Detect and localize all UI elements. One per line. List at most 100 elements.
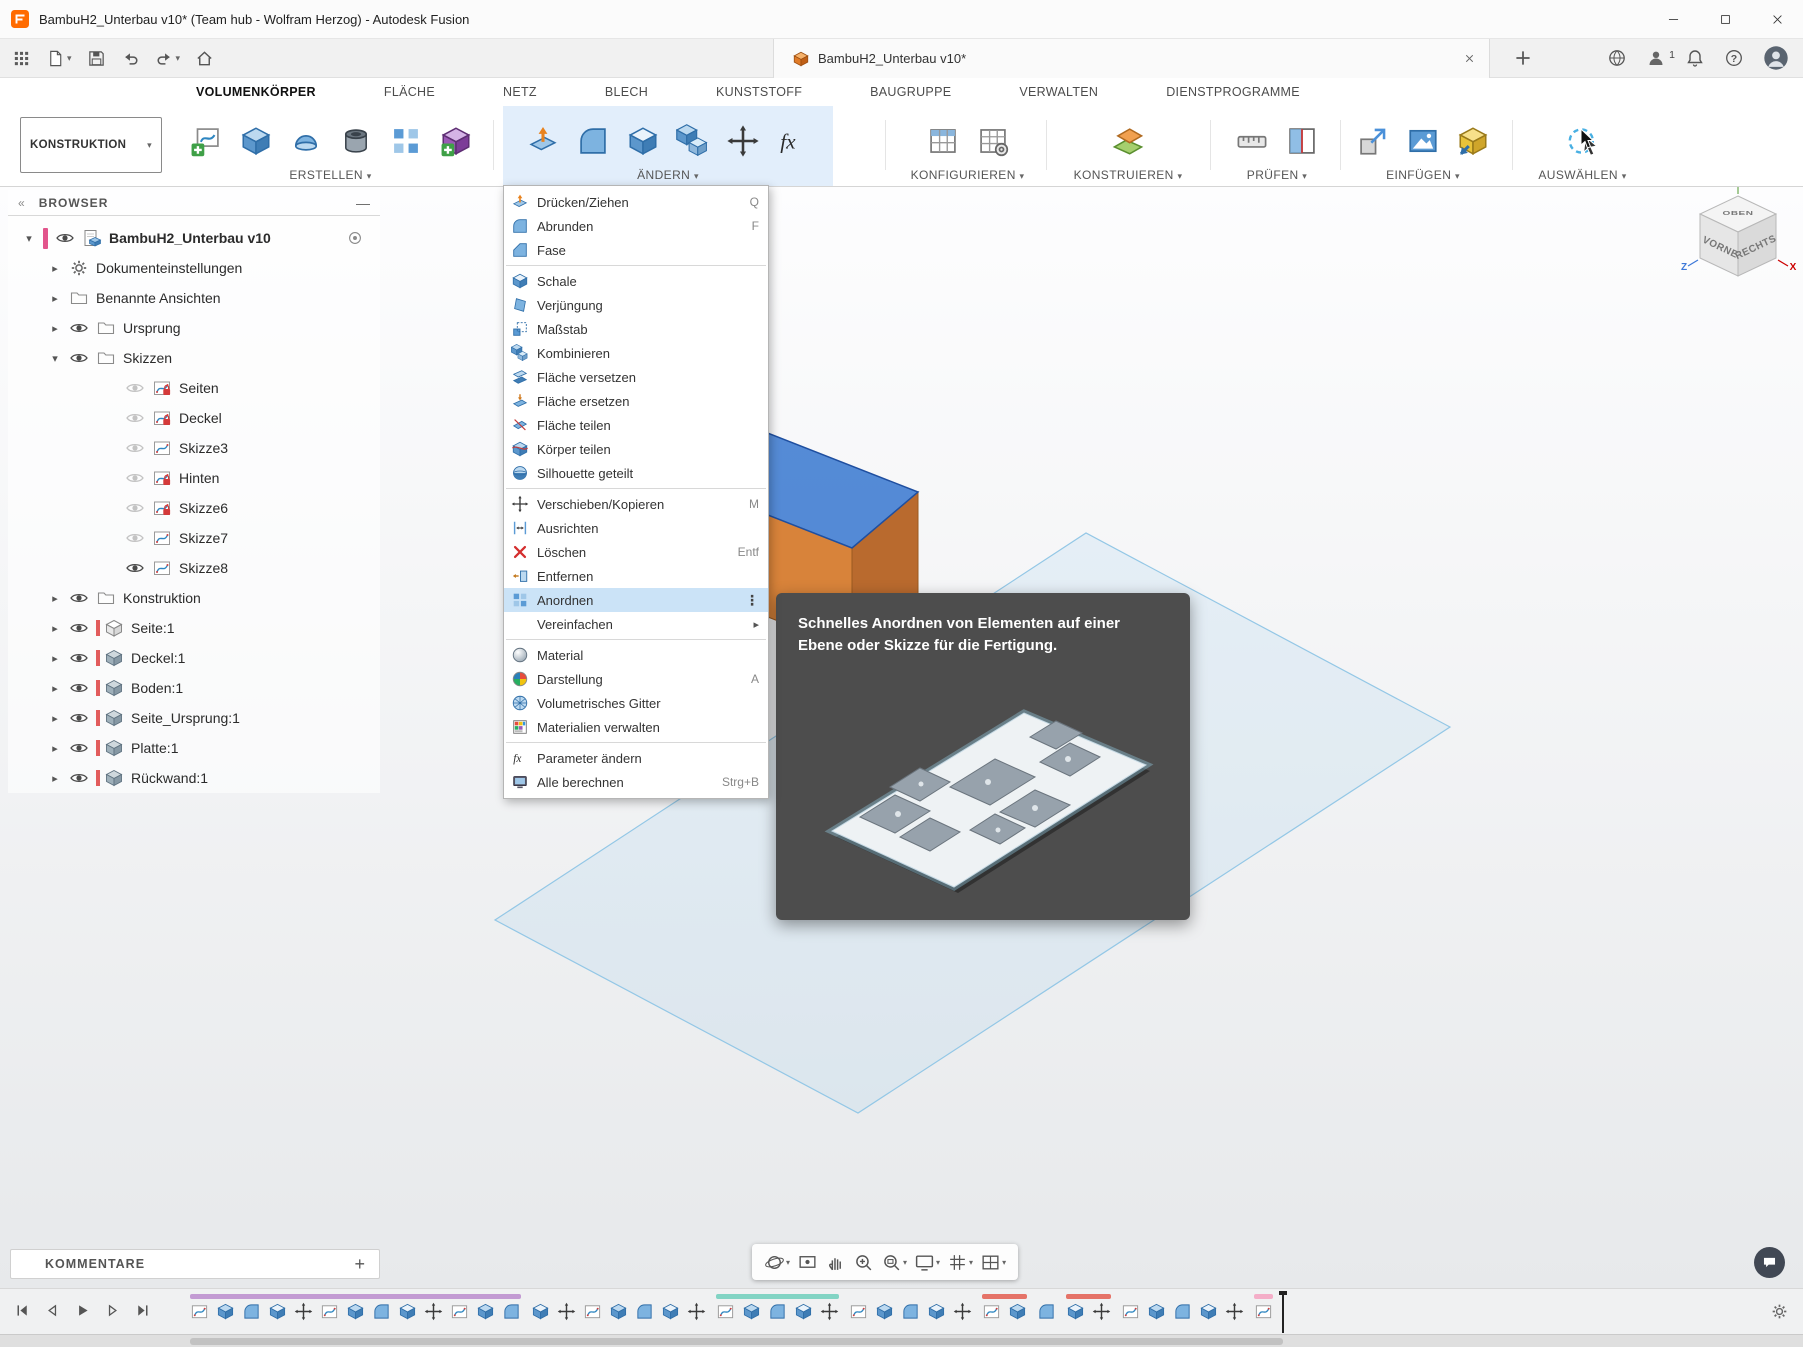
menu-item-darstellung[interactable]: DarstellungA — [504, 667, 768, 691]
menu-item-anordnen[interactable]: Anordnen⋮ — [504, 588, 768, 612]
tree-item-skizzen[interactable]: ▾Skizzen — [8, 343, 380, 373]
timeline-playhead[interactable] — [1277, 1291, 1289, 1333]
menu-item-vereinfachen[interactable]: Vereinfachen▸ — [504, 612, 768, 636]
section-button[interactable] — [1282, 121, 1322, 161]
ribbon-tab-blech[interactable]: BLECH — [605, 85, 648, 99]
ribbon-tab-kunststoff[interactable]: KUNSTSTOFF — [716, 85, 802, 99]
close-button[interactable] — [1751, 0, 1803, 39]
tree-item-skizze8[interactable]: Skizze8 — [8, 553, 380, 583]
menu-item-volumetrisches-gitter[interactable]: Volumetrisches Gitter — [504, 691, 768, 715]
menu-item-alle-berechnen[interactable]: Alle berechnenStrg+B — [504, 770, 768, 794]
menu-item-fl-che-versetzen[interactable]: Fläche versetzen — [504, 365, 768, 389]
expander-icon[interactable]: ▸ — [48, 592, 62, 605]
ribbon-tab-dienstprogramme[interactable]: DIENSTPROGRAMME — [1166, 85, 1300, 99]
timeline-feature-icon[interactable] — [609, 1302, 628, 1321]
timeline-feature-icon[interactable] — [716, 1302, 735, 1321]
maximize-button[interactable] — [1699, 0, 1751, 39]
visibility-eye-icon[interactable] — [69, 318, 89, 338]
menu-item-l-schen[interactable]: LöschenEntf — [504, 540, 768, 564]
display-button[interactable]: ▾ — [914, 1252, 940, 1273]
visibility-eye-icon[interactable] — [125, 468, 145, 488]
timeline-feature-icon[interactable] — [1066, 1302, 1085, 1321]
tree-item-seite-1[interactable]: ▸Seite:1 — [8, 613, 380, 643]
home-button[interactable] — [195, 49, 214, 68]
tree-item-deckel[interactable]: Deckel — [8, 403, 380, 433]
new-tab-button[interactable] — [1512, 47, 1534, 69]
visibility-eye-icon[interactable] — [55, 228, 75, 248]
tree-item-dokumenteinstellungen[interactable]: ▸Dokumenteinstellungen — [8, 253, 380, 283]
timeline-feature-icon[interactable] — [531, 1302, 550, 1321]
timeline-feature-icon[interactable] — [1037, 1302, 1056, 1321]
grid-button[interactable]: ▾ — [947, 1252, 973, 1273]
menu-item-abrunden[interactable]: AbrundenF — [504, 214, 768, 238]
expander-icon[interactable]: ▾ — [48, 352, 62, 365]
menu-item-ma-stab[interactable]: Maßstab — [504, 317, 768, 341]
toolbar-group-label-konstruieren[interactable]: KONSTRUIEREN ▾ — [1074, 168, 1183, 182]
menu-item-kombinieren[interactable]: Kombinieren — [504, 341, 768, 365]
menu-item-materialien-verwalten[interactable]: Materialien verwalten — [504, 715, 768, 739]
menu-item-dr-cken-ziehen[interactable]: Drücken/ZiehenQ — [504, 190, 768, 214]
workspace-selector-button[interactable]: KONSTRUKTION ▾ — [20, 117, 162, 173]
visibility-eye-icon[interactable] — [125, 438, 145, 458]
visibility-eye-icon[interactable] — [125, 558, 145, 578]
apps-grid-button[interactable] — [12, 49, 31, 68]
tree-item-benannte-ansichten[interactable]: ▸Benannte Ansichten — [8, 283, 380, 313]
canvas-button[interactable] — [1403, 121, 1443, 161]
orbit-button[interactable]: ▾ — [764, 1252, 790, 1273]
menu-item-fl-che-teilen[interactable]: Fläche teilen — [504, 413, 768, 437]
expander-icon[interactable]: ▾ — [22, 232, 36, 245]
visibility-eye-icon[interactable] — [69, 348, 89, 368]
timeline-feature-icon[interactable] — [502, 1302, 521, 1321]
timeline-feature-icon[interactable] — [927, 1302, 946, 1321]
press-pull-button[interactable] — [523, 121, 563, 161]
shell-button[interactable] — [623, 121, 663, 161]
assistant-button[interactable] — [1754, 1247, 1785, 1278]
visibility-eye-icon[interactable] — [69, 768, 89, 788]
timeline-feature-icon[interactable] — [687, 1302, 706, 1321]
visibility-eye-icon[interactable] — [69, 618, 89, 638]
view-cube[interactable]: OBEN VORNE RECHTS Y X Z — [1678, 180, 1798, 300]
extensions-icon[interactable] — [1607, 48, 1627, 68]
expander-icon[interactable]: ▸ — [48, 682, 62, 695]
ribbon-tab-verwalten[interactable]: VERWALTEN — [1019, 85, 1098, 99]
timeline-settings-gear-icon[interactable] — [1770, 1302, 1789, 1321]
avatar-icon[interactable] — [1763, 45, 1789, 71]
timeline-feature-icon[interactable] — [294, 1302, 313, 1321]
menu-item-material[interactable]: Material — [504, 643, 768, 667]
configure-button[interactable] — [923, 121, 963, 161]
timeline-feature-icon[interactable] — [424, 1302, 443, 1321]
timeline-feature-icon[interactable] — [242, 1302, 261, 1321]
move-copy-button[interactable] — [723, 121, 763, 161]
expander-icon[interactable]: ▸ — [48, 292, 62, 305]
ribbon-tab-netz[interactable]: NETZ — [503, 85, 537, 99]
tree-item-konstruktion[interactable]: ▸Konstruktion — [8, 583, 380, 613]
tree-item-seite-ursprung-1[interactable]: ▸Seite_Ursprung:1 — [8, 703, 380, 733]
tree-item-ursprung[interactable]: ▸Ursprung — [8, 313, 380, 343]
timeline-feature-icon[interactable] — [1008, 1302, 1027, 1321]
fillet-button[interactable] — [573, 121, 613, 161]
timeline-feature-icon[interactable] — [450, 1302, 469, 1321]
activate-component-radio[interactable] — [346, 229, 364, 247]
tree-item-hinten[interactable]: Hinten — [8, 463, 380, 493]
extrude-button[interactable] — [236, 121, 276, 161]
timeline-feature-icon[interactable] — [768, 1302, 787, 1321]
timeline-feature-icon[interactable] — [953, 1302, 972, 1321]
skip-start-button[interactable] — [14, 1302, 31, 1319]
timeline-feature-icon[interactable] — [190, 1302, 209, 1321]
visibility-eye-icon[interactable] — [69, 708, 89, 728]
visibility-eye-icon[interactable] — [125, 408, 145, 428]
add-comment-button[interactable]: + — [354, 1254, 379, 1275]
parameters-button[interactable]: fx — [773, 121, 813, 161]
timeline-feature-icon[interactable] — [476, 1302, 495, 1321]
tree-item-skizze3[interactable]: Skizze3 — [8, 433, 380, 463]
menu-item-schale[interactable]: Schale — [504, 269, 768, 293]
timeline-feature-icon[interactable] — [1092, 1302, 1111, 1321]
timeline-feature-icon[interactable] — [901, 1302, 920, 1321]
tree-item-bambuh2-unterbau-v10[interactable]: ▾BambuH2_Unterbau v10 — [8, 223, 380, 253]
minimize-button[interactable] — [1647, 0, 1699, 39]
zoom-button[interactable] — [853, 1252, 874, 1273]
undo-button[interactable] — [121, 49, 140, 68]
revolve-button[interactable] — [286, 121, 326, 161]
visibility-eye-icon[interactable] — [69, 588, 89, 608]
toolbar-group-label-erstellen[interactable]: ERSTELLEN ▾ — [289, 168, 371, 182]
